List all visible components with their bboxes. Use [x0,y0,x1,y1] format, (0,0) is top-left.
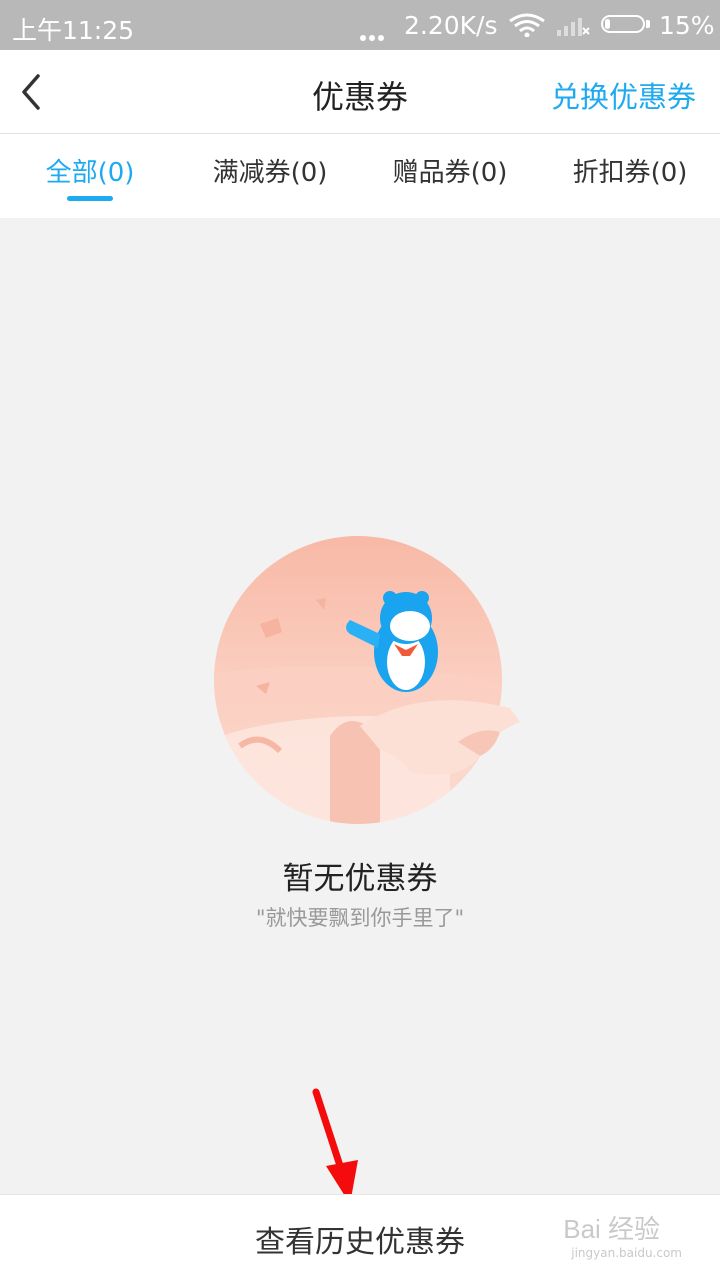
tab-all[interactable]: 全部(0) [0,134,180,218]
wifi-icon [509,13,545,37]
status-bar: 上午11:25 2.20K/s 15% [0,0,720,50]
signal-icon [557,18,590,36]
redeem-coupon-button[interactable]: 兑换优惠券 [551,74,696,116]
nav-bar: 优惠券 兑换优惠券 [0,50,720,134]
empty-title: 暂无优惠券 [282,861,438,897]
penguin-mascot-illustration [214,536,520,824]
tab-gift[interactable]: 赠品券(0) [360,134,540,218]
status-time: 上午11:25 [12,16,135,45]
more-dots-icon [360,26,387,45]
tab-percentage-off[interactable]: 折扣券(0) [540,134,720,218]
empty-subtitle: "就快要飘到你手里了" [255,906,465,930]
watermark-url: jingyan.baidu.com [571,1246,682,1260]
active-tab-indicator [67,196,113,201]
red-arrow-icon [312,1088,358,1204]
baidu-watermark: Bai 经验 jingyan.baidu.com [563,1209,682,1260]
coupon-tabs: 全部(0) 满减券(0) 赠品券(0) 折扣券(0) [0,134,720,218]
tab-discount-threshold[interactable]: 满减券(0) [180,134,360,218]
battery-icon [601,15,651,35]
network-speed: 2.20K/s [404,11,498,40]
history-coupons-button[interactable]: 查看历史优惠券 Bai 经验 jingyan.baidu.com [0,1194,720,1280]
watermark-brand: Bai 经验 [563,1214,661,1244]
battery-percent: 15% [659,11,715,40]
